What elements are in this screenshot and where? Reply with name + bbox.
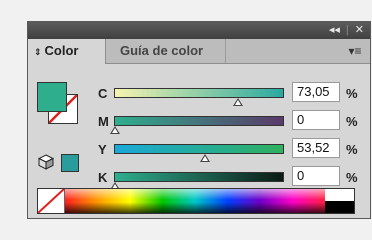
titlebar-separator: | <box>345 24 349 36</box>
unit-label: % <box>346 86 358 101</box>
slider-thumb[interactable] <box>199 154 210 162</box>
slider-label: Y <box>98 142 107 157</box>
slider-row-black: K 0 % <box>28 166 372 190</box>
tab-color[interactable]: ⇕ Color <box>28 39 106 64</box>
panel-titlebar: ◂◂ | ✕ <box>28 22 370 39</box>
unit-label: % <box>346 142 358 157</box>
slider-row-cyan: C 73,05 % <box>28 82 372 106</box>
spectrum-ramp[interactable] <box>65 189 325 213</box>
slider-track[interactable] <box>114 88 284 98</box>
slider-label: M <box>98 114 109 129</box>
slider-track[interactable] <box>114 144 284 154</box>
value-input[interactable]: 53,52 <box>292 138 340 158</box>
slider-thumb[interactable] <box>110 126 120 134</box>
slider-row-yellow: Y 53,52 % <box>28 138 372 162</box>
slider-row-magenta: M 0 % <box>28 110 372 134</box>
unit-label: % <box>346 114 358 129</box>
slider-label: C <box>98 86 108 101</box>
slider-track[interactable] <box>114 116 284 126</box>
none-slash-icon <box>38 189 65 213</box>
expand-arrows-icon[interactable]: ⇕ <box>34 47 42 57</box>
value-input[interactable]: 73,05 <box>292 82 340 102</box>
slider-track[interactable] <box>114 172 284 182</box>
fill-swatch[interactable] <box>37 82 67 112</box>
tab-color-guide[interactable]: Guía de color <box>108 39 226 63</box>
tab-bar: ⇕ Color Guía de color ▾≡ <box>28 39 370 64</box>
color-spectrum[interactable] <box>37 188 355 214</box>
white-swatch[interactable] <box>325 189 354 201</box>
value-input[interactable]: 0 <box>292 166 340 186</box>
black-swatch[interactable] <box>325 201 354 213</box>
value-input[interactable]: 0 <box>292 110 340 130</box>
slider-thumb[interactable] <box>232 98 243 106</box>
tab-color-label: Color <box>44 43 79 58</box>
none-swatch-icon[interactable] <box>38 189 65 213</box>
double-chevron-left-icon[interactable]: ◂◂ <box>329 22 340 39</box>
tab-color-guide-label: Guía de color <box>120 43 204 58</box>
titlebar-controls: ◂◂ | ✕ <box>329 22 364 39</box>
unit-label: % <box>346 170 358 185</box>
close-icon[interactable]: ✕ <box>355 22 364 39</box>
slider-label: K <box>98 170 108 185</box>
color-panel: ◂◂ | ✕ ⇕ Color Guía de color ▾≡ C 73,05 %… <box>27 21 371 219</box>
panel-menu-icon[interactable]: ▾≡ <box>346 44 364 58</box>
